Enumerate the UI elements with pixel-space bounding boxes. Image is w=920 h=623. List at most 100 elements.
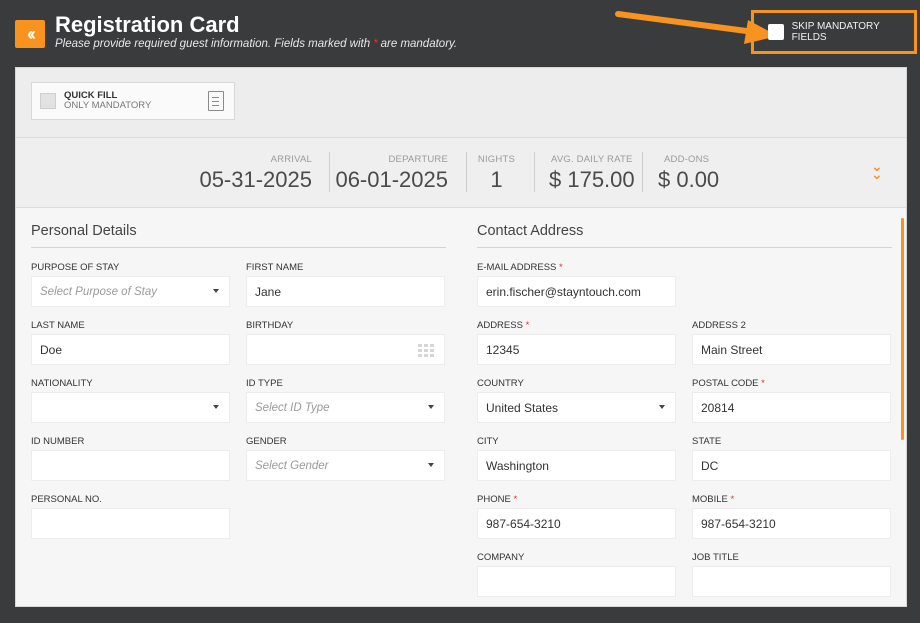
quick-fill-button[interactable]: QUICK FILL ONLY MANDATORY: [31, 82, 235, 120]
field-label: GENDER: [246, 436, 287, 447]
stat-value: 1: [490, 167, 503, 192]
double-chevron-left-icon[interactable]: ‹‹: [15, 20, 45, 48]
last-name-field: LAST NAME Doe: [31, 320, 230, 365]
field-label: LAST NAME: [31, 320, 85, 331]
first-name-input[interactable]: Jane: [246, 276, 445, 307]
field-label: ID TYPE: [246, 378, 283, 389]
country-select[interactable]: United States: [477, 392, 676, 423]
company-input[interactable]: [477, 566, 676, 597]
personal-details-section: Personal Details: [31, 223, 446, 248]
postal-code-input[interactable]: 20814: [692, 392, 891, 423]
contact-address-section: Contact Address: [477, 223, 892, 248]
field-label: PHONE *: [477, 494, 518, 505]
subtitle-text-end: are mandatory.: [380, 38, 458, 50]
quick-fill-checkbox[interactable]: [40, 93, 56, 109]
field-label: NATIONALITY: [31, 378, 93, 389]
stat-label: DEPARTURE: [388, 154, 448, 165]
city-field: CITY Washington: [477, 436, 676, 481]
page-title: Registration Card: [55, 12, 240, 37]
document-icon: [208, 91, 224, 111]
divider: [329, 152, 330, 192]
field-label: POSTAL CODE *: [692, 378, 765, 389]
last-name-input[interactable]: Doe: [31, 334, 230, 365]
company-field: COMPANY: [477, 552, 676, 597]
section-title-personal: Personal Details: [31, 223, 446, 248]
stat-label: ARRIVAL: [270, 154, 312, 165]
field-label: BIRTHDAY: [246, 320, 294, 331]
stat-nights: NIGHTS 1: [478, 154, 515, 193]
postal-code-field: POSTAL CODE * 20814: [692, 378, 891, 423]
section-title-contact: Contact Address: [477, 223, 892, 248]
stat-avg-rate: AVG. DAILY RATE $ 175.00: [549, 154, 635, 193]
field-label: FIRST NAME: [246, 262, 304, 273]
id-number-field: ID NUMBER: [31, 436, 230, 481]
stat-addons: ADD-ONS $ 0.00: [658, 154, 719, 193]
skip-mandatory-toggle[interactable]: SKIP MANDATORY FIELDS: [751, 10, 917, 54]
address2-field: ADDRESS 2 Main Street: [692, 320, 891, 365]
country-field: COUNTRY United States: [477, 378, 676, 423]
stat-label: NIGHTS: [477, 154, 515, 165]
state-input[interactable]: DC: [692, 450, 891, 481]
field-label: CITY: [477, 436, 499, 447]
field-label: PURPOSE OF STAY: [31, 262, 120, 273]
field-label: ADDRESS *: [477, 320, 530, 331]
email-field: E-MAIL ADDRESS * erin.fischer@stayntouch…: [477, 262, 676, 307]
field-label: E-MAIL ADDRESS *: [477, 262, 563, 273]
field-label: MOBILE *: [692, 494, 735, 505]
email-input[interactable]: erin.fischer@stayntouch.com: [477, 276, 676, 307]
required-marker: *: [373, 38, 378, 50]
city-input[interactable]: Washington: [477, 450, 676, 481]
stat-value: 05-31-2025: [199, 167, 312, 192]
mobile-field: MOBILE * 987-654-3210: [692, 494, 891, 539]
scrollbar[interactable]: [901, 218, 904, 440]
field-label: COMPANY: [477, 552, 525, 563]
id-number-input[interactable]: [31, 450, 230, 481]
address2-input[interactable]: Main Street: [692, 334, 891, 365]
field-label: PERSONAL NO.: [31, 494, 102, 505]
quick-fill-sublabel: ONLY MANDATORY: [64, 100, 152, 111]
divider: [642, 152, 643, 192]
calendar-icon[interactable]: [418, 344, 434, 357]
nationality-select[interactable]: [31, 392, 230, 423]
page-subtitle: Please provide required guest informatio…: [55, 38, 457, 50]
caret-down-icon: [428, 463, 434, 467]
personal-no-input[interactable]: [31, 508, 230, 539]
birthday-input[interactable]: [246, 334, 445, 365]
job-title-field: JOB TITLE: [692, 552, 891, 597]
stat-value: 06-01-2025: [335, 167, 448, 192]
stay-summary: ARRIVAL 05-31-2025 DEPARTURE 06-01-2025 …: [16, 138, 906, 208]
header: ‹‹ Registration Card Please provide requ…: [0, 0, 920, 66]
caret-down-icon: [428, 405, 434, 409]
address-field: ADDRESS * 12345: [477, 320, 676, 365]
skip-mandatory-checkbox[interactable]: [768, 24, 784, 40]
stat-arrival: ARRIVAL 05-31-2025: [199, 154, 312, 193]
field-label: COUNTRY: [477, 378, 524, 389]
gender-field: GENDER Select Gender: [246, 436, 445, 481]
job-title-input[interactable]: [692, 566, 891, 597]
id-type-select[interactable]: Select ID Type: [246, 392, 445, 423]
skip-mandatory-label: SKIP MANDATORY FIELDS: [791, 21, 880, 43]
stat-value: $ 175.00: [549, 167, 635, 192]
purpose-of-stay-select[interactable]: Select Purpose of Stay: [31, 276, 230, 307]
field-label: ADDRESS 2: [692, 320, 746, 331]
registration-panel: QUICK FILL ONLY MANDATORY ARRIVAL 05-31-…: [15, 67, 907, 607]
toolbar: QUICK FILL ONLY MANDATORY: [16, 68, 906, 138]
caret-down-icon: [213, 405, 219, 409]
gender-select[interactable]: Select Gender: [246, 450, 445, 481]
divider: [466, 152, 467, 192]
field-label: JOB TITLE: [692, 552, 739, 563]
caret-down-icon: [213, 289, 219, 293]
field-label: STATE: [692, 436, 722, 447]
first-name-field: FIRST NAME Jane: [246, 262, 445, 307]
address-input[interactable]: 12345: [477, 334, 676, 365]
phone-input[interactable]: 987-654-3210: [477, 508, 676, 539]
field-label: ID NUMBER: [31, 436, 85, 447]
phone-field: PHONE * 987-654-3210: [477, 494, 676, 539]
expand-chevron-icon[interactable]: ⌄ ⌄: [871, 159, 883, 181]
stat-departure: DEPARTURE 06-01-2025: [335, 154, 448, 193]
stat-value: $ 0.00: [658, 167, 720, 192]
mobile-input[interactable]: 987-654-3210: [692, 508, 891, 539]
state-field: STATE DC: [692, 436, 891, 481]
stat-label: ADD-ONS: [664, 154, 710, 165]
nationality-field: NATIONALITY: [31, 378, 230, 423]
